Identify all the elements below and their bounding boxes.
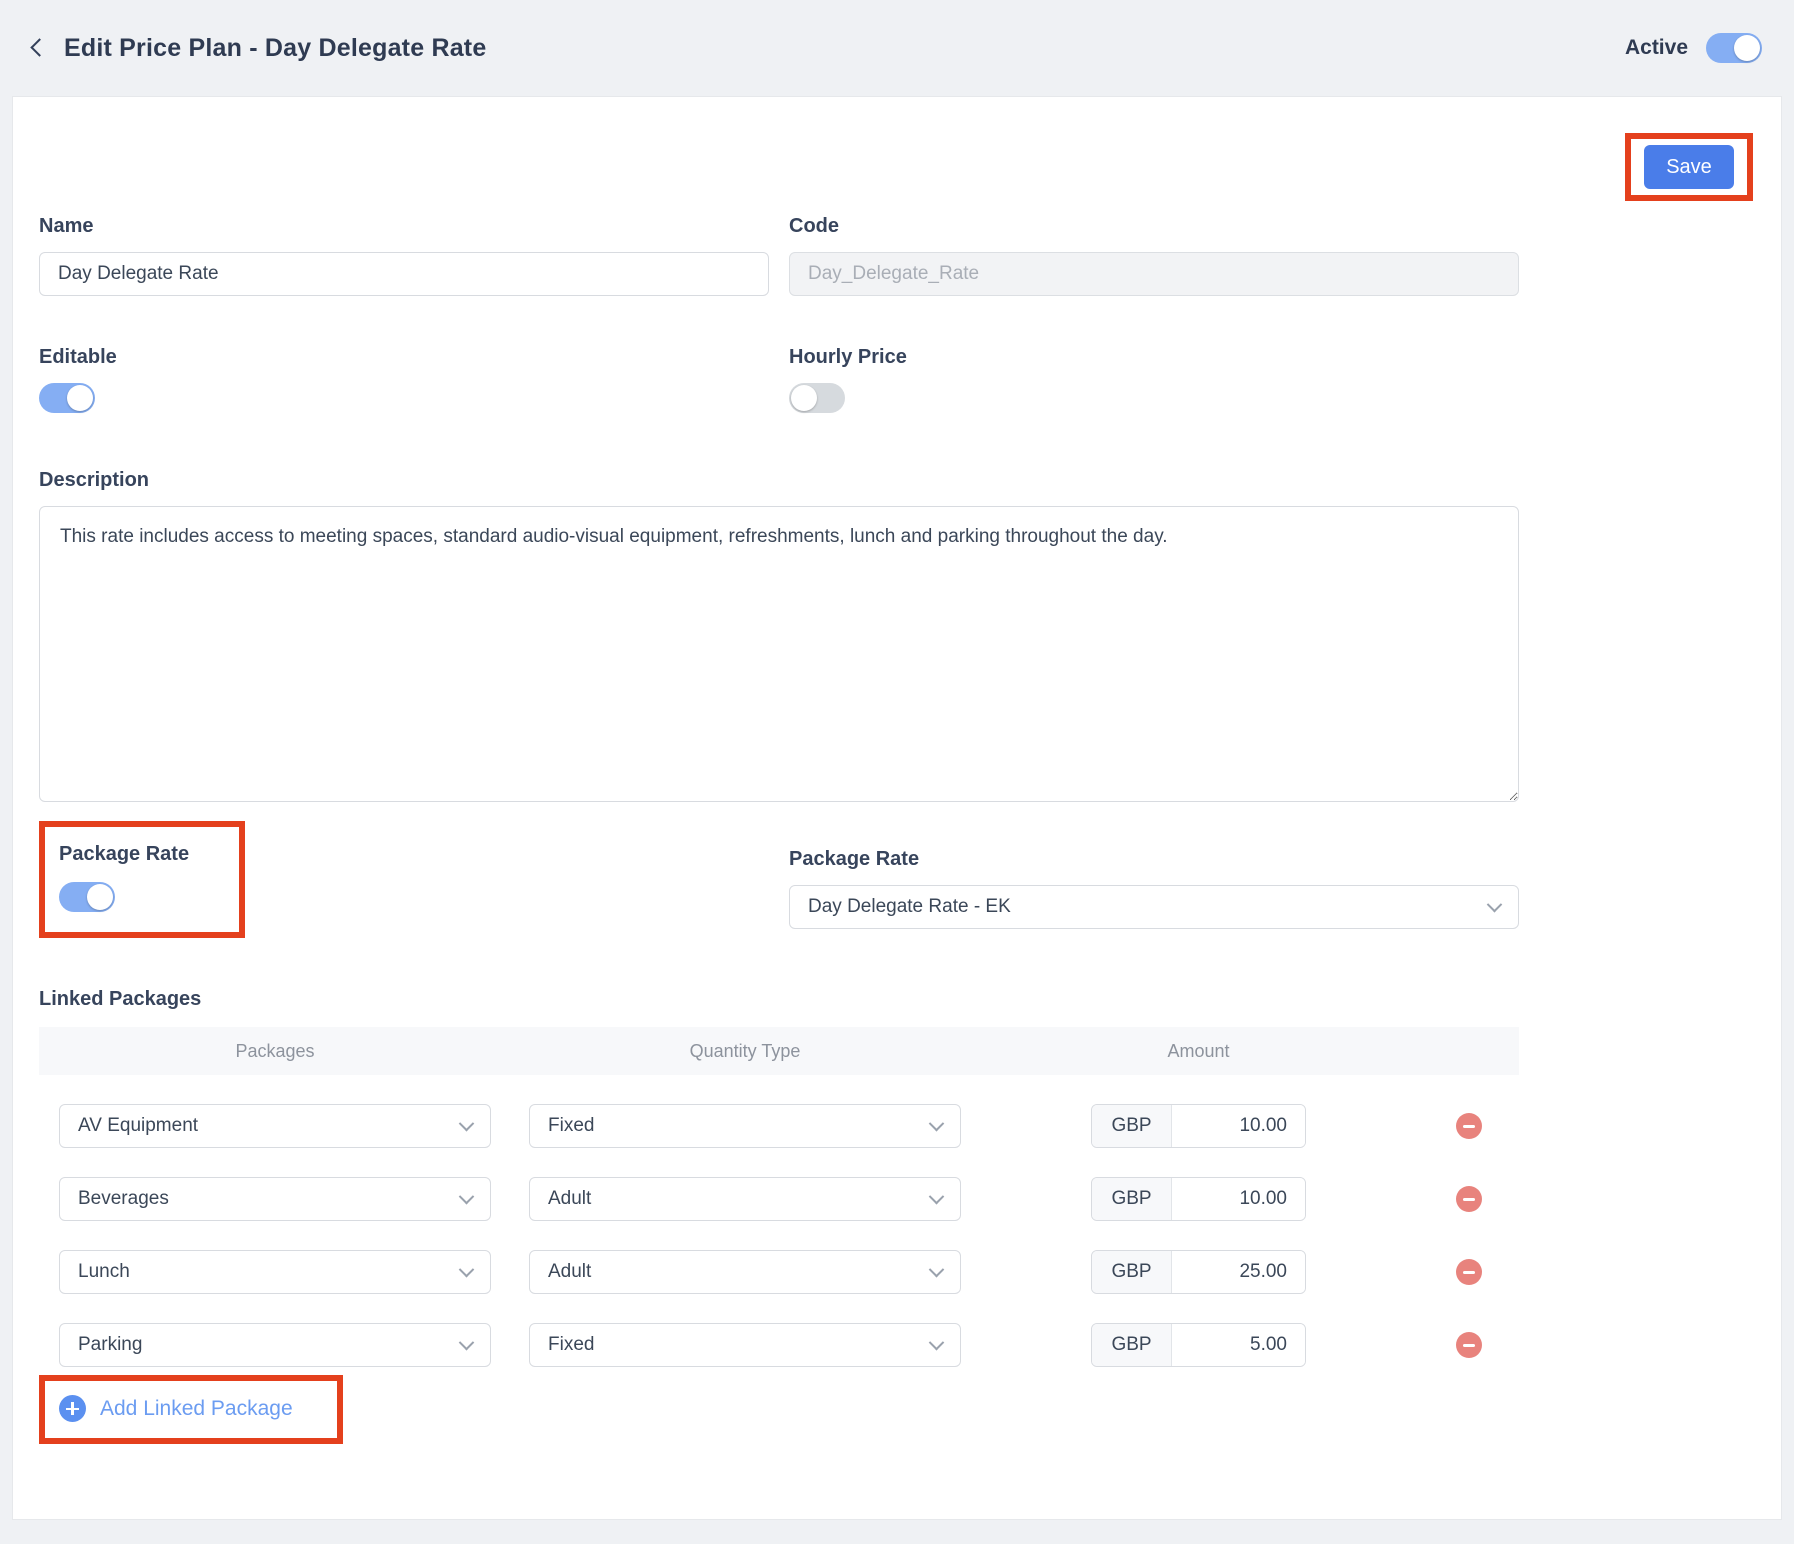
header-right: Active [1625,33,1762,63]
package-select[interactable]: Parking [59,1323,491,1367]
package-select[interactable]: Beverages [59,1177,491,1221]
save-annotation-box: Save [1625,133,1753,201]
package-rate-toggle-label: Package Rate [59,843,189,866]
linked-packages-rows: AV Equipment Fixed GBP Beverages [39,1104,1519,1367]
name-label: Name [39,215,769,238]
package-select[interactable]: Lunch [59,1250,491,1294]
chevron-down-icon [459,1115,475,1131]
chevron-down-icon [929,1334,945,1350]
quantity-type-value: Fixed [548,1334,594,1356]
package-select-value: Beverages [78,1188,169,1210]
form-content: Name Code Editable Hourly Price Descript… [39,215,1519,1444]
package-rate-select-label: Package Rate [789,848,1519,871]
edit-price-plan-card: Save Name Code Editable Hourly Price [12,96,1782,1520]
active-toggle[interactable] [1706,33,1762,63]
package-select-value: Parking [78,1334,142,1356]
quantity-type-value: Adult [548,1188,591,1210]
linked-package-row: Parking Fixed GBP [39,1323,1519,1367]
currency-label: GBP [1092,1105,1172,1147]
remove-row-button[interactable] [1456,1332,1482,1358]
toggle-knob [87,884,113,910]
name-code-row: Name Code [39,215,1519,296]
amount-input[interactable] [1172,1324,1305,1366]
currency-label: GBP [1092,1324,1172,1366]
editable-label: Editable [39,346,769,369]
linked-packages-title: Linked Packages [39,988,1519,1011]
save-row: Save [39,97,1753,201]
add-linked-package-label: Add Linked Package [100,1397,293,1421]
top-header: Edit Price Plan - Day Delegate Rate Acti… [0,0,1794,96]
quantity-type-select[interactable]: Adult [529,1177,961,1221]
package-select-value: Lunch [78,1261,130,1283]
remove-row-button[interactable] [1456,1259,1482,1285]
col-header-quantity-type: Quantity Type [529,1041,961,1062]
remove-row-button[interactable] [1456,1186,1482,1212]
name-field-group: Name [39,215,769,296]
add-linked-package-button[interactable]: Add Linked Package [45,1381,337,1438]
hourly-price-label: Hourly Price [789,346,1519,369]
description-field-group: Description This rate includes access to… [39,469,1519,807]
amount-input[interactable] [1172,1251,1305,1293]
chevron-down-icon [1487,896,1503,912]
toggle-knob [1734,35,1760,61]
package-rate-toggle-group: Package Rate [39,821,769,938]
amount-input[interactable] [1172,1178,1305,1220]
code-field-group: Code [789,215,1519,296]
plus-icon [59,1395,86,1422]
code-label: Code [789,215,1519,238]
package-select[interactable]: AV Equipment [59,1104,491,1148]
package-select-value: AV Equipment [78,1115,198,1137]
package-rate-select-group: Package Rate Day Delegate Rate - EK [789,821,1519,929]
chevron-down-icon [929,1261,945,1277]
amount-input[interactable] [1172,1105,1305,1147]
quantity-type-select[interactable]: Fixed [529,1323,961,1367]
linked-package-row: AV Equipment Fixed GBP [39,1104,1519,1148]
chevron-down-icon [459,1334,475,1350]
name-input[interactable] [39,252,769,296]
chevron-down-icon [929,1115,945,1131]
linked-package-row: Lunch Adult GBP [39,1250,1519,1294]
quantity-type-value: Adult [548,1261,591,1283]
currency-label: GBP [1092,1178,1172,1220]
package-rate-annotation-box: Package Rate [39,821,245,938]
add-linked-package-annotation-box: Add Linked Package [39,1375,343,1444]
amount-group: GBP [1091,1177,1306,1221]
package-rate-toggle[interactable] [59,882,115,912]
description-label: Description [39,469,1519,492]
package-rate-row: Package Rate Package Rate Day Delegate R… [39,821,1519,938]
package-rate-select[interactable]: Day Delegate Rate - EK [789,885,1519,929]
quantity-type-select[interactable]: Fixed [529,1104,961,1148]
amount-group: GBP [1091,1104,1306,1148]
col-header-packages: Packages [59,1041,491,1062]
editable-toggle[interactable] [39,383,95,413]
linked-packages-header: Packages Quantity Type Amount [39,1027,1519,1075]
package-rate-select-value: Day Delegate Rate - EK [808,896,1011,918]
amount-group: GBP [1091,1323,1306,1367]
toggle-knob [791,385,817,411]
hourly-price-toggle[interactable] [789,383,845,413]
remove-row-button[interactable] [1456,1113,1482,1139]
description-textarea[interactable]: This rate includes access to meeting spa… [39,506,1519,802]
active-label: Active [1625,36,1688,60]
code-input [789,252,1519,296]
back-icon[interactable] [24,34,52,62]
page-title: Edit Price Plan - Day Delegate Rate [64,34,486,63]
linked-package-row: Beverages Adult GBP [39,1177,1519,1221]
chevron-down-icon [929,1188,945,1204]
toggle-knob [67,385,93,411]
chevron-down-icon [459,1188,475,1204]
chevron-down-icon [459,1261,475,1277]
col-header-amount: Amount [1091,1041,1306,1062]
toggles-row: Editable Hourly Price [39,346,1519,413]
save-button[interactable]: Save [1644,145,1734,189]
amount-group: GBP [1091,1250,1306,1294]
currency-label: GBP [1092,1251,1172,1293]
quantity-type-select[interactable]: Adult [529,1250,961,1294]
quantity-type-value: Fixed [548,1115,594,1137]
editable-field-group: Editable [39,346,769,413]
hourly-price-field-group: Hourly Price [789,346,1519,413]
